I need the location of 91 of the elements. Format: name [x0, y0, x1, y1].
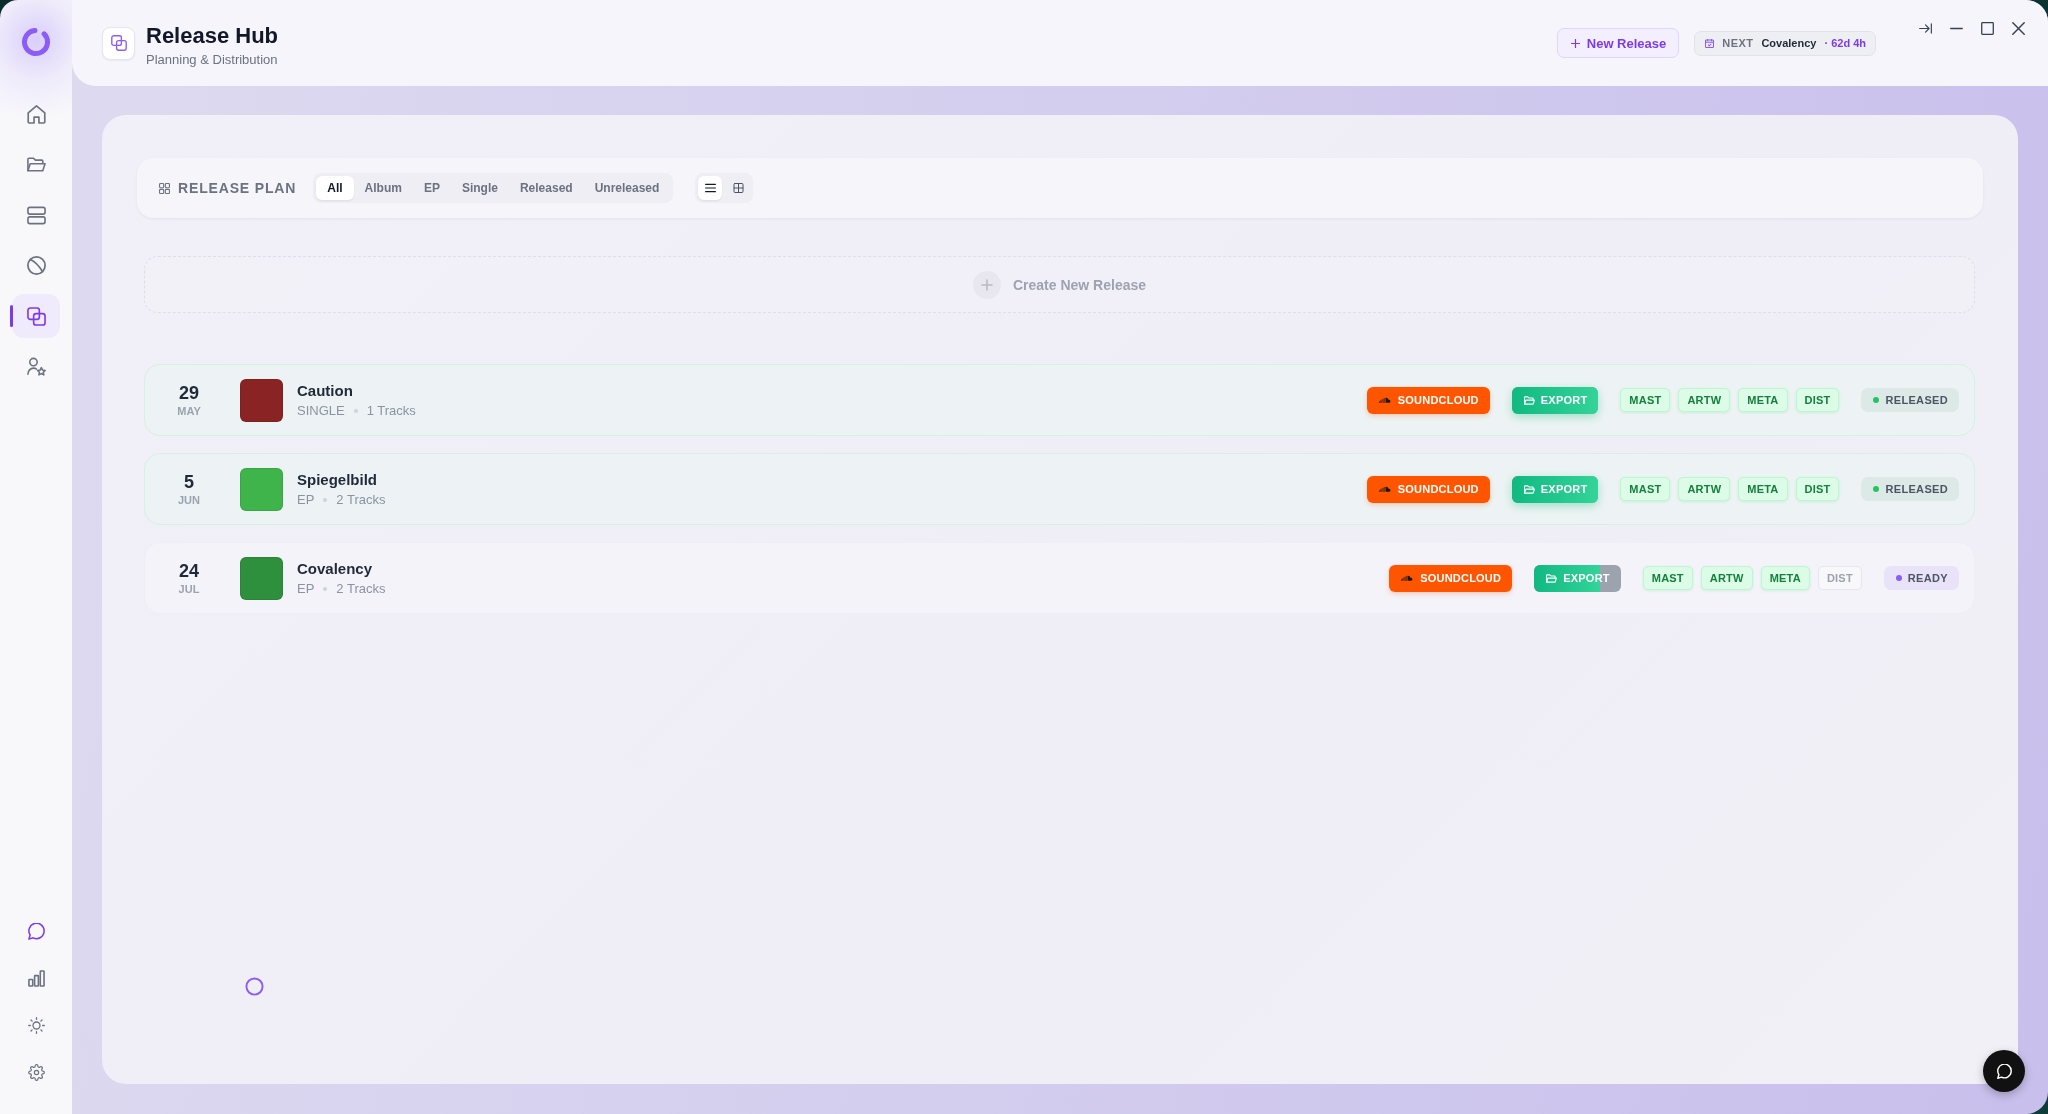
release-type: EP [297, 491, 315, 508]
soundcloud-button[interactable]: SOUNDCLOUD [1389, 564, 1513, 592]
folder-icon [26, 155, 46, 175]
plus-icon [1570, 38, 1580, 48]
page-title: Release Hub [146, 22, 279, 49]
release-day: 24 [179, 560, 199, 581]
stage-tag: ARTW [1678, 477, 1731, 501]
status-label: RELEASED [1885, 394, 1948, 406]
filter-tab[interactable]: Unreleased [583, 176, 671, 200]
status-dot-icon [1873, 397, 1880, 403]
stage-tag: META [1738, 477, 1788, 501]
stage-tag: MAST [1620, 388, 1671, 412]
stage-tag: META [1738, 388, 1788, 412]
release-day: 5 [184, 471, 194, 492]
stage-tag: DIST [1795, 388, 1840, 412]
collapse-icon[interactable] [1919, 22, 1932, 35]
ring-icon [245, 977, 264, 996]
release-type: EP [297, 580, 315, 597]
selection-indicator [10, 305, 13, 328]
new-release-button[interactable]: New Release [1556, 28, 1680, 58]
soundcloud-button[interactable]: SOUNDCLOUD [1366, 386, 1490, 414]
soundcloud-button[interactable]: SOUNDCLOUD [1366, 475, 1490, 503]
track-count: 2 Tracks [336, 491, 386, 508]
release-month: JUN [178, 493, 200, 507]
sidebar-nav-button[interactable] [12, 294, 60, 339]
export-button[interactable]: EXPORT [1534, 564, 1621, 592]
status-label: RELEASED [1885, 483, 1948, 495]
separator-dot-icon [323, 497, 328, 502]
close-icon[interactable] [2012, 22, 2025, 35]
circle-slash-icon [26, 256, 46, 276]
filter-tab[interactable]: Single [450, 176, 509, 200]
logo-icon [21, 27, 51, 57]
status-dot-icon [1873, 486, 1880, 492]
status-dot-icon [1895, 575, 1902, 581]
list-view-button[interactable] [698, 176, 723, 200]
release-month: MAY [177, 404, 201, 418]
server-icon [26, 205, 46, 225]
stage-tag: MAST [1620, 477, 1671, 501]
next-label: NEXT [1722, 37, 1754, 49]
cloud-icon [1378, 486, 1391, 492]
separator-dot-icon [323, 586, 328, 591]
folder-icon [1523, 484, 1535, 494]
stage-tag: MAST [1642, 566, 1693, 590]
stage-tag: ARTW [1700, 566, 1753, 590]
release-title: Covalency [297, 559, 374, 578]
grid-icon [159, 182, 170, 194]
filter-tab[interactable]: Album [353, 176, 413, 200]
release-title: Caution [297, 381, 354, 400]
section-title: RELEASE PLAN [178, 180, 297, 196]
settings-icon [27, 1063, 45, 1081]
sun-icon [27, 1016, 45, 1034]
grid-icon [732, 183, 744, 193]
overlapping-squares-icon [26, 306, 46, 326]
filter-tab[interactable]: Released [508, 176, 584, 200]
stage-tag: META [1760, 566, 1810, 590]
page-subtitle: Planning & Distribution [146, 51, 279, 68]
next-release-name: Covalency [1761, 37, 1817, 49]
track-count: 2 Tracks [336, 580, 386, 597]
release-month: JUL [178, 582, 200, 596]
stage-tag: DIST [1817, 566, 1862, 590]
release-day: 29 [179, 382, 199, 403]
release-row[interactable]: 24 JUL Covalency EP 2 Tracks SOUNDCLOUD EXPORT MAST ARTW META DIST READY [144, 542, 1975, 614]
track-count: 1 Tracks [366, 402, 416, 419]
stage-tag: DIST [1795, 477, 1840, 501]
release-type: SINGLE [297, 402, 345, 419]
chat-icon [1996, 1063, 2012, 1079]
stage-tag: ARTW [1678, 388, 1731, 412]
maximize-icon[interactable] [1981, 22, 1994, 35]
release-row[interactable]: 29 MAY Caution SINGLE 1 Tracks SOUNDCLOUD EXPORT MAST ARTW META DIST RELEASED [144, 364, 1975, 436]
plus-circle-icon [972, 270, 1001, 299]
overlapping-squares-icon [102, 26, 135, 60]
separator-dot-icon [353, 408, 358, 413]
bar-chart-icon [27, 969, 45, 987]
chat-icon [27, 922, 45, 940]
calendar-icon [1705, 38, 1715, 48]
release-row[interactable]: 5 JUN Spiegelbild EP 2 Tracks SOUNDCLOUD EXPORT MAST ARTW META DIST RELEASED [144, 453, 1975, 525]
filter-tab[interactable]: All [316, 176, 354, 200]
countdown: · 62d 4h [1824, 37, 1866, 49]
status-label: READY [1907, 572, 1948, 584]
user-star-icon [26, 357, 46, 377]
folder-icon [1523, 395, 1535, 405]
cloud-icon [1378, 397, 1391, 403]
filter-tab[interactable]: EP [412, 176, 451, 200]
create-release-button[interactable]: Create New Release [144, 256, 1975, 313]
home-icon [26, 104, 46, 124]
cloud-icon [1401, 575, 1414, 581]
release-title: Spiegelbild [297, 470, 378, 489]
export-button[interactable]: EXPORT [1511, 475, 1599, 503]
folder-icon [1546, 573, 1558, 583]
list-icon [704, 183, 716, 193]
export-button[interactable]: EXPORT [1511, 386, 1599, 414]
